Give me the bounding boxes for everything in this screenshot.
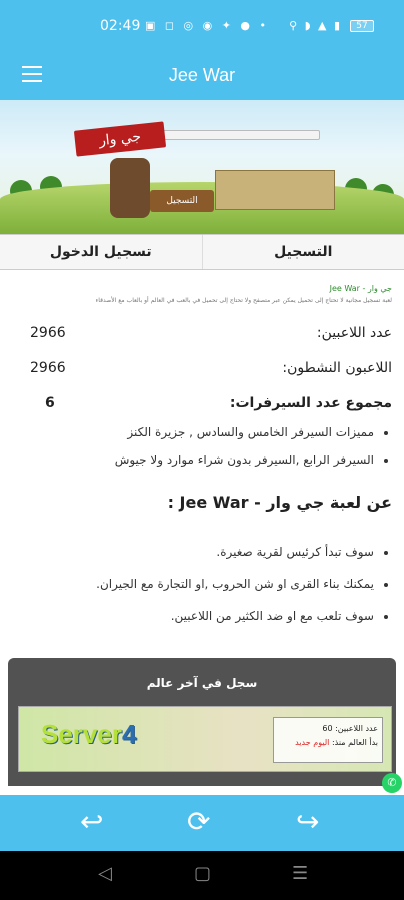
intro-text: لعبة تسجيل مجانية لا تحتاج إلى تحميل يمك… (95, 297, 392, 304)
app-title: Jee War (168, 65, 236, 85)
village-illustration (215, 170, 335, 210)
stat-label: مجموع عدد السيرفرات: (229, 395, 392, 411)
stat-row-active: اللاعبون النشطون: 2966 (30, 360, 392, 376)
knight-illustration (110, 158, 150, 218)
notification-icons: ▣ ◻ ◎ ◉ ✦ ● • (145, 19, 270, 32)
battery-icon: 57 (350, 20, 374, 32)
tab-login[interactable]: تسجيل الدخول (0, 235, 203, 269)
status-time: 02:49 (100, 18, 141, 34)
nav-recents-icon[interactable]: ☰ (292, 863, 308, 884)
auth-tabs: تسجيل الدخول التسجيل (0, 234, 404, 270)
tab-register[interactable]: التسجيل (203, 235, 404, 269)
list-item: يمكنك بناء القرى او شن الحروب ,او التجار… (12, 577, 374, 591)
system-icons: ⚲ ◗ ▲ ▮ (289, 19, 342, 32)
latest-world-card: سجل في آخر عالم Server4 عدد اللاعبين: 60… (8, 658, 396, 786)
refresh-icon[interactable]: ⟳ (187, 805, 210, 838)
logo-sign: جي وار (73, 121, 167, 157)
stat-row-servers: مجموع عدد السيرفرات: 6 (45, 395, 392, 411)
header-banner: جي وار التسجيل (0, 100, 404, 234)
register-signpost[interactable]: التسجيل (150, 190, 214, 212)
breadcrumb[interactable]: جي وار - Jee War (330, 284, 392, 293)
list-item: سوف تلعب مع او ضد الكثير من اللاعبين. (12, 609, 374, 623)
list-item: سوف تبدأ كرئيس لقرية صغيرة. (12, 545, 374, 559)
stat-row-players: عدد اللاعبين: 2966 (30, 325, 392, 341)
server-logo: Server4 (41, 719, 137, 749)
server-started: بدأ العالم منذ: اليوم جديد (295, 738, 378, 747)
status-bar: 02:49 ▣ ◻ ◎ ◉ ✦ ● • ⚲ ◗ ▲ ▮ 57 (0, 0, 404, 52)
server-players: عدد اللاعبين: 60 (322, 724, 378, 733)
list-item: مميزات السيرفر الخامس والسادس , جزيرة ال… (12, 425, 374, 439)
banner-bar (160, 130, 320, 140)
stat-value: 2966 (30, 360, 66, 376)
system-nav-bar: ◁ ▢ ☰ (0, 851, 404, 900)
servers-list: مميزات السيرفر الخامس والسادس , جزيرة ال… (12, 425, 392, 481)
app-bar: Jee War (0, 52, 404, 100)
stat-label: عدد اللاعبين: (316, 325, 392, 341)
list-item: السيرفر الرابع ,السيرفر بدون شراء موارد … (12, 453, 374, 467)
back-arrow-icon[interactable]: ↩ (80, 805, 103, 838)
server-banner[interactable]: Server4 عدد اللاعبين: 60 بدأ العالم منذ:… (18, 706, 392, 772)
nav-back-icon[interactable]: ◁ (98, 863, 112, 884)
server-info-box: عدد اللاعبين: 60 بدأ العالم منذ: اليوم ج… (273, 717, 383, 763)
about-title: عن لعبة جي وار - Jee War : (167, 493, 392, 512)
forward-arrow-icon[interactable]: ↪ (296, 805, 319, 838)
about-list: سوف تبدأ كرئيس لقرية صغيرة. يمكنك بناء ا… (12, 545, 392, 641)
whatsapp-icon[interactable]: ✆ (382, 773, 402, 793)
stat-value: 2966 (30, 325, 66, 341)
bottom-toolbar: ↩ ⟳ ↪ (0, 795, 404, 851)
stat-label: اللاعبون النشطون: (282, 360, 392, 376)
nav-home-icon[interactable]: ▢ (194, 863, 211, 884)
card-title: سجل في آخر عالم (146, 676, 258, 690)
stat-value: 6 (45, 395, 55, 411)
